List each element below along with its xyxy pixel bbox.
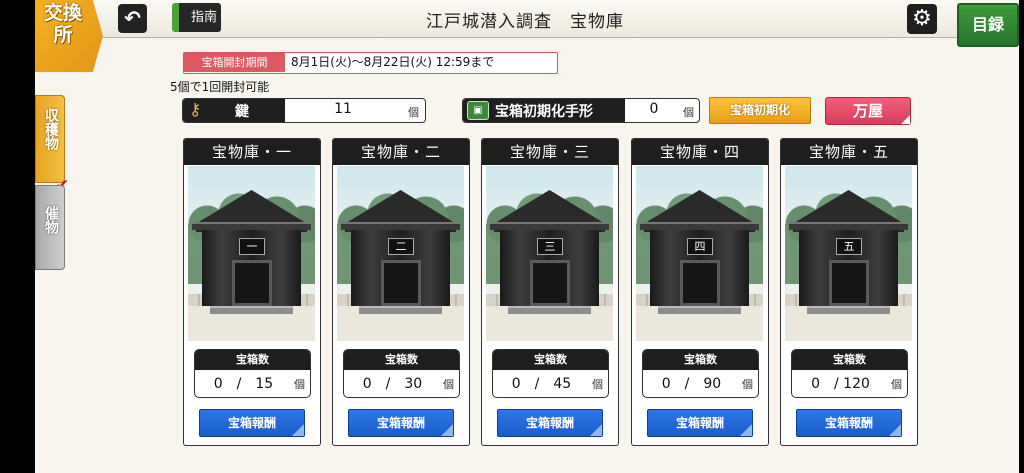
vault-title: 宝物庫・五 [781,139,917,165]
key-count: 11 [334,101,352,117]
vault-title: 宝物庫・三 [482,139,618,165]
chest-count-box: 宝箱数 0 / 120 個 [791,349,908,398]
exchange-label: 交換所 [43,2,82,46]
header-bar: ↶ 指南 江戸城潜入調査 宝物庫 ⚙ 目録 [35,0,1024,47]
chest-count-label: 宝箱数 [493,350,608,370]
chest-count-box: 宝箱数 0 / 45 個 [492,349,609,398]
guide-button[interactable]: 指南 [172,3,221,32]
vault-card: 宝物庫・四 四 宝箱数 0 / 90 個 宝箱報酬 [631,138,769,446]
vault-plaque: 四 [687,238,713,255]
open-period-banner: 宝箱開封期間 8月1日(火)～8月22日(火) 12:59まで [183,52,558,74]
tab-event[interactable]: 催物 [35,185,65,270]
chest-reset-button[interactable]: 宝箱初期化 [709,97,811,124]
chest-reward-button[interactable]: 宝箱報酬 [199,409,305,437]
vault-plaque: 一 [239,238,265,255]
vault-card: 宝物庫・五 五 宝箱数 0 / 120 個 宝箱報酬 [780,138,918,446]
vault-title: 宝物庫・一 [184,139,320,165]
screen-edge [1019,0,1024,473]
key-unit: 個 [408,106,419,119]
catalog-button[interactable]: 目録 [957,3,1019,47]
chest-reward-button[interactable]: 宝箱報酬 [647,409,753,437]
tab-harvest[interactable]: 収穫物 [35,95,65,183]
chest-count-unit: 個 [891,378,902,391]
chest-count-unit: 個 [742,378,753,391]
chest-count-label: 宝箱数 [792,350,907,370]
reset-ticket-unit: 個 [683,106,694,119]
period-value: 8月1日(火)～8月22日(火) 12:59まで [291,55,495,69]
key-label: 鍵 [235,104,249,120]
vault-card: 宝物庫・一 一 宝箱数 0 / 15 個 宝箱報酬 [183,138,321,446]
vault-card: 宝物庫・三 三 宝箱数 0 / 45 個 宝箱報酬 [481,138,619,446]
chest-count-value: 0 / 90 [661,376,722,392]
vault-image[interactable]: 三 [486,166,613,341]
chest-reward-button[interactable]: 宝箱報酬 [796,409,902,437]
chest-count-box: 宝箱数 0 / 30 個 [343,349,460,398]
chest-reward-button[interactable]: 宝箱報酬 [348,409,454,437]
exchange-tag: 交換所 [35,0,103,72]
vault-image[interactable]: 二 [337,166,464,341]
tab-event-label: 催物 [43,206,59,234]
settings-button[interactable]: ⚙ [907,4,937,34]
vault-plaque: 二 [388,238,414,255]
chest-count-box: 宝箱数 0 / 15 個 [194,349,311,398]
chest-count-label: 宝箱数 [195,350,310,370]
yorozuya-button[interactable]: 万屋 [825,97,911,125]
storehouse: 四 [650,230,749,306]
vault-plaque: 三 [537,238,563,255]
reset-ticket-count: 0 [649,101,659,117]
key-icon: ⚷ [189,100,202,120]
reset-ticket-counter: ▣ 宝箱初期化手形 0 個 [462,98,700,123]
gear-icon: ⚙ [912,6,932,31]
vault-title: 宝物庫・二 [333,139,469,165]
tab-harvest-label: 収穫物 [43,108,59,150]
ticket-icon: ▣ [467,101,489,120]
vault-image[interactable]: 一 [188,166,315,341]
key-counter: ⚷ 鍵 11 個 [182,98,426,123]
chest-count-value: 0 / 120 [811,376,870,392]
back-arrow-icon: ↶ [124,6,141,30]
chest-count-value: 0 / 30 [362,376,423,392]
chest-count-unit: 個 [592,378,603,391]
period-label: 宝箱開封期間 [184,53,285,72]
open-rule-note: 5個で1回開封可能 [170,80,270,94]
vault-image[interactable]: 四 [636,166,763,341]
back-button[interactable]: ↶ [118,4,147,33]
chest-count-label: 宝箱数 [344,350,459,370]
chest-count-value: 0 / 15 [213,376,274,392]
storehouse: 三 [500,230,599,306]
vault-title: 宝物庫・四 [632,139,768,165]
storehouse: 二 [351,230,450,306]
chest-count-box: 宝箱数 0 / 90 個 [642,349,759,398]
page-title: 江戸城潜入調査 宝物庫 [426,12,624,32]
chest-count-unit: 個 [443,378,454,391]
vault-image[interactable]: 五 [785,166,912,341]
vault-plaque: 五 [836,238,862,255]
chest-count-value: 0 / 45 [511,376,572,392]
vault-card: 宝物庫・二 二 宝箱数 0 / 30 個 宝箱報酬 [332,138,470,446]
chest-count-label: 宝箱数 [643,350,758,370]
storehouse: 五 [799,230,898,306]
reset-ticket-label: 宝箱初期化手形 [495,104,593,120]
storehouse: 一 [202,230,301,306]
chest-reward-button[interactable]: 宝箱報酬 [497,409,603,437]
chest-count-unit: 個 [294,378,305,391]
game-screen: ↶ 指南 江戸城潜入調査 宝物庫 ⚙ 目録 交換所 収穫物 ✔ 催物 宝箱開封期… [35,0,1024,473]
